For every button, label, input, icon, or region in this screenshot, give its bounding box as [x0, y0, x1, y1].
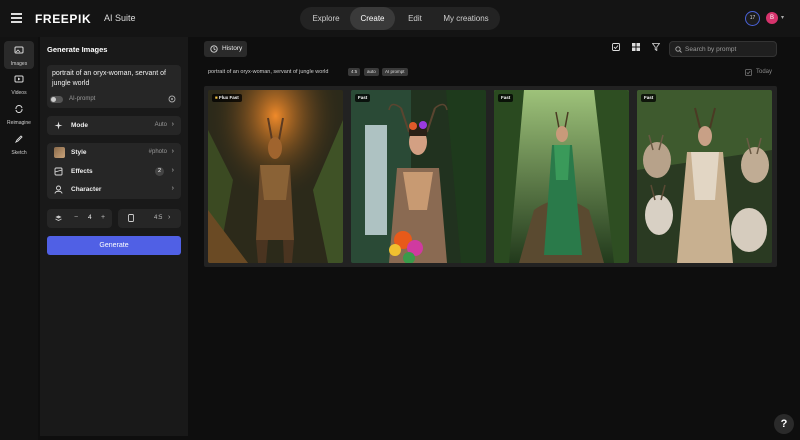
- model-badge: ■ Flux Fast: [212, 94, 242, 102]
- generated-image[interactable]: Fast: [637, 90, 772, 263]
- character-selector[interactable]: Character ›: [47, 181, 181, 199]
- search-field[interactable]: [669, 41, 777, 57]
- model-badge: Fast: [355, 94, 371, 102]
- model-label: Fast: [358, 95, 368, 100]
- ai-prompt-toggle[interactable]: [50, 96, 63, 103]
- effects-selector[interactable]: Effects 2 ›: [47, 162, 181, 181]
- history-button[interactable]: History: [204, 41, 247, 57]
- filter-icon[interactable]: [652, 43, 660, 51]
- rail-item-label: Videos: [11, 90, 27, 96]
- generated-image[interactable]: Fast: [351, 90, 486, 263]
- main-nav: Explore Create Edit My creations: [300, 7, 500, 30]
- generated-image[interactable]: Fast: [494, 90, 629, 263]
- mode-label: Mode: [71, 122, 88, 129]
- sparkle-icon: [54, 121, 63, 130]
- oryx-woman-image: [208, 90, 343, 263]
- main-content: History portrait of an oryx-woman, serva…: [196, 37, 800, 440]
- hamburger-menu-icon[interactable]: [11, 13, 22, 23]
- image-grid: ■ Flux Fast Fast Fast Fast: [204, 86, 777, 267]
- model-badge: Fast: [641, 94, 657, 102]
- layers-icon: [55, 215, 62, 221]
- chevron-right-icon: ›: [171, 167, 174, 174]
- person-icon: [54, 185, 63, 194]
- avatar[interactable]: B: [766, 12, 778, 24]
- generate-panel: Generate Images portrait of an oryx-woma…: [40, 37, 188, 436]
- reimagine-icon: [15, 104, 23, 114]
- chevron-right-icon: ›: [171, 121, 174, 128]
- logo[interactable]: FREEPIK: [35, 12, 91, 26]
- style-thumbnail: [54, 147, 65, 158]
- rail-item-label: Images: [10, 61, 28, 67]
- chevron-right-icon: ›: [171, 148, 174, 155]
- chevron-down-icon[interactable]: ▾: [781, 14, 784, 21]
- generated-image[interactable]: ■ Flux Fast: [208, 90, 343, 263]
- search-icon: [675, 46, 682, 53]
- image-count-stepper: − 4 +: [47, 209, 112, 228]
- grid-view-icon[interactable]: [632, 43, 640, 51]
- top-bar: FREEPIK AI Suite Explore Create Edit My …: [0, 0, 800, 37]
- tab-edit[interactable]: Edit: [397, 7, 433, 30]
- mode-selector[interactable]: Mode Auto ›: [47, 116, 181, 135]
- tab-create[interactable]: Create: [350, 7, 395, 30]
- model-badge: Fast: [498, 94, 514, 102]
- tag-mode: auto: [364, 68, 379, 76]
- effects-icon: [54, 167, 63, 176]
- model-label: Fast: [644, 95, 654, 100]
- credits-badge[interactable]: 17: [745, 11, 760, 26]
- chevron-right-icon: ›: [171, 185, 174, 192]
- tab-my-creations[interactable]: My creations: [435, 7, 497, 30]
- style-value: #photo: [148, 149, 167, 155]
- image-count-value: 4: [88, 214, 92, 221]
- oryx-woman-image: [494, 90, 629, 263]
- ai-prompt-label: AI-prompt: [69, 96, 96, 102]
- generate-button[interactable]: Generate: [47, 236, 181, 255]
- image-stack-icon: [14, 46, 24, 54]
- prompt-text[interactable]: portrait of an oryx-woman, servant of ju…: [52, 69, 178, 89]
- tag-ai-prompt: AI prompt: [382, 68, 408, 76]
- model-label: Fast: [501, 95, 511, 100]
- help-button[interactable]: ?: [774, 414, 794, 434]
- rail-item-reimagine[interactable]: Reimagine: [4, 100, 34, 128]
- logo-subtitle: AI Suite: [104, 13, 136, 23]
- aspect-ratio-value: 4:5: [154, 215, 163, 221]
- decrement-button[interactable]: −: [74, 214, 78, 221]
- aspect-ratio-icon: [128, 214, 134, 222]
- rail-item-images[interactable]: Images: [4, 41, 34, 69]
- oryx-woman-image: [351, 90, 486, 263]
- rail-item-label: Reimagine: [7, 120, 31, 126]
- select-checkbox-icon[interactable]: [612, 43, 620, 51]
- model-label: Flux Fast: [218, 95, 239, 100]
- panel-title: Generate Images: [47, 45, 108, 54]
- mode-value: Auto: [154, 122, 167, 128]
- rail-item-videos[interactable]: Videos: [4, 70, 34, 98]
- today-label: Today: [756, 69, 773, 75]
- style-selector[interactable]: Style #photo ›: [47, 143, 181, 162]
- video-icon: [14, 75, 24, 83]
- style-effects-group: Style #photo › Effects 2 › Character ›: [47, 143, 181, 199]
- history-icon: [210, 45, 218, 53]
- effects-label: Effects: [71, 168, 93, 175]
- settings-icon[interactable]: [168, 95, 176, 103]
- pen-icon: [14, 135, 23, 144]
- character-label: Character: [71, 186, 102, 193]
- search-input[interactable]: [685, 44, 773, 55]
- tag-aspect-ratio: 4:5: [348, 68, 361, 76]
- generation-prompt[interactable]: portrait of an oryx-woman, servant of ju…: [208, 69, 328, 75]
- checkbox-icon[interactable]: [745, 69, 752, 76]
- history-label: History: [222, 45, 243, 52]
- chevron-right-icon: ›: [168, 214, 171, 221]
- tool-rail: Images Videos Reimagine Sketch: [0, 37, 38, 440]
- increment-button[interactable]: +: [101, 214, 105, 221]
- rail-item-sketch[interactable]: Sketch: [4, 130, 34, 158]
- rail-item-label: Sketch: [11, 150, 27, 156]
- prompt-input[interactable]: portrait of an oryx-woman, servant of ju…: [47, 65, 181, 108]
- tab-explore[interactable]: Explore: [304, 7, 348, 30]
- aspect-ratio-selector[interactable]: 4:5 ›: [118, 209, 181, 228]
- oryx-woman-image: [637, 90, 772, 263]
- effects-count-badge: 2: [155, 167, 164, 176]
- style-label: Style: [71, 149, 87, 156]
